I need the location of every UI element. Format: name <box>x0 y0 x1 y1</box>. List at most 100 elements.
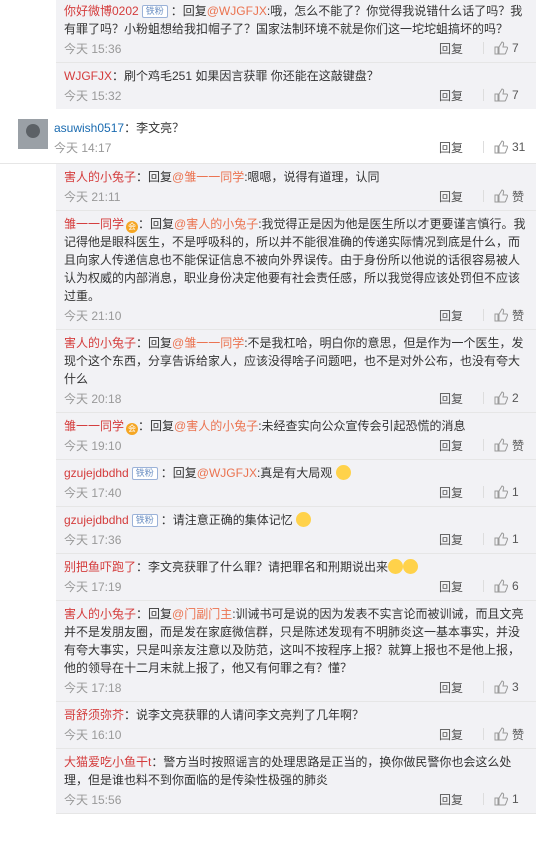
thumbs-up-icon <box>494 532 508 546</box>
reply-time: 今天 17:19 <box>64 579 122 594</box>
like-button[interactable]: 1 <box>494 792 526 806</box>
reply-button[interactable]: 回复 <box>439 87 481 104</box>
reply-button[interactable]: 回复 <box>439 484 481 501</box>
reply-button[interactable]: 回复 <box>439 531 481 548</box>
reply-username[interactable]: 雏一一同学 <box>64 419 124 433</box>
like-button[interactable]: 7 <box>494 88 526 102</box>
reply-time: 今天 17:40 <box>64 485 122 500</box>
reply-username[interactable]: 害人的小兔子 <box>64 170 136 184</box>
reply-username[interactable]: 大猫爱吃小鱼干t <box>64 755 151 769</box>
divider <box>483 392 484 404</box>
reply-text: :未经查实向公众宣传会引起恐慌的消息 <box>258 419 466 433</box>
like-button[interactable]: 赞 <box>494 307 526 324</box>
divider <box>483 439 484 451</box>
reply-button[interactable]: 回复 <box>439 390 481 407</box>
reply-item: gzujejdbdhd 铁粉 ：请注意正确的集体记忆 今天 17:36 回复 1 <box>56 507 536 554</box>
reply-username[interactable]: 害人的小兔子 <box>64 336 136 350</box>
comment-page: 你好微博0202 铁粉 ：回复@WJGFJX:哦，怎么不能了？你觉得我说错什么话了吗… <box>0 0 536 853</box>
thumbs-up-icon <box>494 579 508 593</box>
divider <box>483 309 484 321</box>
thumbs-up-icon <box>494 140 508 154</box>
divider <box>483 681 484 693</box>
reply-time: 今天 17:18 <box>64 680 122 695</box>
reply-username[interactable]: gzujejdbdhd <box>64 466 129 480</box>
avatar[interactable] <box>18 119 48 149</box>
reply-button[interactable]: 回复 <box>439 307 481 324</box>
reply-prefix: ：回复 <box>136 607 173 621</box>
reply-thread-2: 害人的小兔子：回复@雏一一同学:嗯嗯，说得有道理，认同 今天 21:11 回复赞雏一… <box>56 164 536 814</box>
like-count: 赞 <box>512 438 525 453</box>
like-button[interactable]: 赞 <box>494 437 526 454</box>
divider <box>483 793 484 805</box>
reply-username[interactable]: WJGFJX <box>64 69 112 83</box>
reply-text: :嗯嗯，说得有道理，认同 <box>244 170 380 184</box>
like-button[interactable]: 7 <box>494 41 526 55</box>
mention-link[interactable]: @雏一一同学 <box>172 170 244 184</box>
thumbs-up-icon <box>494 41 508 55</box>
reply-button[interactable]: 回复 <box>439 791 481 808</box>
reply-time: 今天 15:56 <box>64 792 122 807</box>
mention-link[interactable]: @害人的小兔子 <box>174 217 258 231</box>
reply-username[interactable]: 你好微博0202 <box>64 4 139 18</box>
like-count: 7 <box>512 41 519 55</box>
like-button[interactable]: 赞 <box>494 726 526 743</box>
reply-item: 雏一一同学会：回复@害人的小兔子:我觉得正是因为他是医生所以才更要谨言慎行。我记… <box>56 211 536 330</box>
reply-username[interactable]: gzujejdbdhd <box>64 513 129 527</box>
reply-username[interactable]: 别把鱼吓跑了 <box>64 560 136 574</box>
like-button[interactable]: 6 <box>494 579 526 593</box>
thumbs-up-icon <box>494 792 508 806</box>
divider <box>483 190 484 202</box>
reply-time: 今天 21:11 <box>64 189 121 204</box>
main-comment: asuwish0517：李文亮？ 今天 14:17 回复 31 <box>0 109 536 164</box>
reply-button[interactable]: 回复 <box>439 437 481 454</box>
like-button[interactable]: 赞 <box>494 188 526 205</box>
like-button[interactable]: 2 <box>494 391 526 405</box>
like-count: 31 <box>512 140 526 154</box>
comment-text: ：李文亮？ <box>124 121 185 135</box>
like-count: 赞 <box>512 308 525 323</box>
reply-username[interactable]: 哥舒须弥芥 <box>64 708 124 722</box>
like-button[interactable]: 1 <box>494 485 526 499</box>
like-button[interactable]: 3 <box>494 680 526 694</box>
mention-link[interactable]: @WJGFJX <box>197 466 257 480</box>
reply-prefix: ：回复 <box>138 217 175 231</box>
mention-link[interactable]: @雏一一同学 <box>172 336 244 350</box>
thumbs-up-icon <box>494 308 508 322</box>
reply-item: 害人的小兔子：回复@雏一一同学:嗯嗯，说得有道理，认同 今天 21:11 回复 赞 <box>56 164 536 211</box>
reply-text: ：请注意正确的集体记忆 <box>160 513 293 527</box>
thumbs-up-icon <box>494 189 508 203</box>
like-button[interactable]: 31 <box>494 140 526 154</box>
thumbs-up-icon <box>494 438 508 452</box>
reply-button[interactable]: 回复 <box>439 139 481 156</box>
reply-button[interactable]: 回复 <box>439 578 481 595</box>
thumbs-up-icon <box>494 391 508 405</box>
reply-text: ：刷个鸡毛251 如果因言获罪 你还能在这敲键盘？ <box>112 69 379 83</box>
reply-username[interactable]: 害人的小兔子 <box>64 607 136 621</box>
reply-time: 今天 15:32 <box>64 88 122 103</box>
mention-link[interactable]: @门副门主 <box>172 607 232 621</box>
reply-time: 今天 17:36 <box>64 532 122 547</box>
reply-username[interactable]: 雏一一同学 <box>64 217 124 231</box>
reply-prefix: ：回复 <box>170 4 207 18</box>
like-button[interactable]: 1 <box>494 532 526 546</box>
reply-button[interactable]: 回复 <box>439 188 481 205</box>
reply-button[interactable]: 回复 <box>439 726 481 743</box>
divider <box>483 42 484 54</box>
reply-item: WJGFJX：刷个鸡毛251 如果因言获罪 你还能在这敲键盘？ 今天 15:32… <box>56 63 536 109</box>
reply-prefix: ：回复 <box>136 336 173 350</box>
reply-button[interactable]: 回复 <box>439 40 481 57</box>
mention-link[interactable]: @害人的小兔子 <box>174 419 258 433</box>
reply-item: 你好微博0202 铁粉 ：回复@WJGFJX:哦，怎么不能了？你觉得我说错什么话了吗… <box>56 0 536 63</box>
vip-badge-icon: 会 <box>126 221 139 233</box>
reply-button[interactable]: 回复 <box>439 679 481 696</box>
reply-time: 今天 16:10 <box>64 727 122 742</box>
divider <box>483 141 484 153</box>
comment-username[interactable]: asuwish0517 <box>54 121 124 135</box>
emoji-icon <box>388 559 404 574</box>
reply-time: 今天 20:18 <box>64 391 122 406</box>
divider <box>483 486 484 498</box>
reply-item: gzujejdbdhd 铁粉 ：回复@WJGFJX:真是有大局观 今天 17:40 回… <box>56 460 536 507</box>
emoji-icon <box>296 512 312 527</box>
mention-link[interactable]: @WJGFJX <box>207 4 267 18</box>
fan-badge: 铁粉 <box>141 5 168 18</box>
